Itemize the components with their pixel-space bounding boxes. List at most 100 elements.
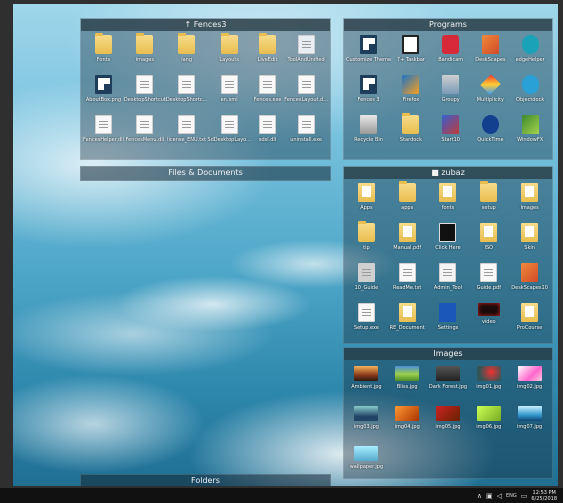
volume-icon[interactable]: ◁ [497, 492, 502, 500]
network-icon[interactable]: ▣ [486, 492, 493, 500]
desktop-item[interactable]: DeskScapes10 [509, 263, 550, 303]
desktop-item-label: Firefox [402, 97, 420, 103]
desktop-item[interactable]: FencesHelper.dll [83, 115, 124, 155]
message-icon[interactable]: ▭ [521, 492, 528, 500]
desktop-item[interactable]: en.xml [207, 75, 251, 115]
desktop-item[interactable]: Click Here [428, 223, 469, 263]
desktop-item[interactable]: Apps [346, 183, 387, 223]
desktop-item[interactable]: Settings [428, 303, 469, 343]
desktop-item[interactable]: ProCourse [509, 303, 550, 343]
desktop-item[interactable]: Groupy [431, 75, 471, 115]
fence-grid: Ambient.jpg Bliss.jpg Dark Forest.jpg img01… [344, 360, 552, 486]
desktop-item[interactable]: setup [468, 181, 509, 223]
desktop-item[interactable]: lang [166, 33, 208, 75]
fence-title: Folders [191, 476, 220, 485]
desktop-item[interactable]: Fences 3 [346, 75, 391, 115]
folder-icon [402, 113, 420, 134]
desktop-item[interactable]: apps [387, 181, 428, 223]
desktop-item[interactable]: ISO [468, 223, 509, 263]
desktop-item[interactable]: Setup.exe [346, 303, 387, 343]
document-icon [398, 263, 416, 282]
desktop-item[interactable]: Layouts [207, 33, 251, 75]
fence-title: Files & Documents [168, 168, 243, 177]
desktop-item[interactable]: img06.jpg [468, 406, 509, 446]
desktop-item[interactable]: Ambient.jpg [346, 366, 387, 406]
desktop-item[interactable]: Images [509, 183, 550, 223]
desktop-item[interactable]: Firefox [391, 75, 431, 115]
desktop-item[interactable]: RE_Document [387, 303, 428, 343]
desktop-item[interactable]: wallpaper.jpg [346, 446, 387, 486]
desktop-item[interactable]: img05.jpg [428, 406, 469, 446]
desktop-item[interactable]: Bliss.jpg [387, 366, 428, 406]
fence-title-bar[interactable]: ■ zubaz [344, 167, 552, 179]
desktop-item[interactable]: LiveEdit [251, 33, 284, 75]
desktop-item[interactable]: WindowFX [510, 115, 550, 155]
chevron-up-icon[interactable]: ∧ [477, 492, 482, 500]
desktop-item[interactable]: Manual.pdf [387, 223, 428, 263]
fence-zubaz[interactable]: ■ zubaz Apps apps fonts setup Images tip Manua… [343, 166, 553, 344]
desktop-item[interactable]: ToolAndUnified [284, 35, 328, 75]
desktop-item[interactable]: license_ENU.txt [166, 115, 208, 155]
app-icon [442, 35, 460, 54]
desktop-item[interactable]: sdsl.dll [251, 115, 284, 155]
fence-images[interactable]: Images Ambient.jpg Bliss.jpg Dark Forest.j… [343, 347, 553, 479]
desktop-item[interactable]: img01.jpg [468, 366, 509, 406]
desktop-item[interactable]: Objectdock [510, 75, 550, 115]
desktop-item[interactable]: DeskScapes [471, 35, 511, 75]
desktop-item[interactable]: Fonts [83, 33, 124, 75]
desktop-item[interactable]: uninstall.exe [284, 115, 328, 155]
app-icon [481, 35, 499, 54]
desktop-item[interactable]: QuickTime [471, 115, 511, 155]
desktop-item[interactable]: img04.jpg [387, 406, 428, 446]
desktop-item-label: Click Here [435, 245, 461, 251]
desktop-item[interactable]: Skin [509, 223, 550, 263]
fence-title-bar[interactable]: ↑ Fences3 [81, 19, 330, 31]
desktop-item[interactable]: Bandicam [431, 35, 471, 75]
fence-grid: Apps apps fonts setup Images tip Manual.pdf Cli… [344, 179, 552, 343]
fence-files-documents[interactable]: Files & Documents [80, 166, 331, 181]
desktop-item[interactable]: img02.jpg [509, 366, 550, 406]
desktop-item[interactable]: 10_Guide [346, 263, 387, 303]
desktop-item[interactable]: DesktopShortc... [166, 75, 207, 115]
folder-icon [521, 303, 539, 322]
fence-title-bar[interactable]: Images [344, 348, 552, 360]
fence-fences3[interactable]: ↑ Fences3 Fonts images lang Layouts LiveEdit… [80, 18, 331, 160]
desktop-item[interactable]: ReadMe.txt [387, 263, 428, 303]
desktop-item[interactable]: images [124, 33, 166, 75]
image-thumbnail-icon [517, 406, 542, 421]
desktop-item[interactable]: Admin_Tool [428, 263, 469, 303]
app-icon [521, 35, 539, 54]
folder-icon [398, 303, 416, 322]
desktop-item[interactable]: Multiplicity [471, 74, 511, 115]
desktop-item[interactable]: edgeHelper [510, 35, 550, 75]
fence-title-bar[interactable]: Programs [344, 19, 552, 31]
desktop-item[interactable]: AboutBox.png [83, 75, 124, 115]
desktop-item[interactable]: SdDesktopLayo... [207, 115, 251, 155]
fence-title-bar[interactable]: Folders [81, 475, 330, 486]
desktop-item[interactable]: Dark Forest.jpg [428, 366, 469, 406]
language-indicator[interactable]: ENG [506, 493, 517, 499]
desktop-item[interactable]: Start10 [431, 115, 471, 155]
image-thumbnail-icon [354, 366, 379, 381]
folder-icon [480, 181, 498, 202]
desktop-item[interactable]: Recycle Bin [346, 115, 391, 155]
desktop-item[interactable]: video [468, 303, 509, 343]
desktop-item[interactable]: FencesLayout.d... [284, 75, 328, 115]
desktop-item[interactable]: Stardock [391, 113, 431, 155]
desktop-item[interactable]: tip [346, 221, 387, 263]
clock[interactable]: 12:53 PM 6/25/2018 [531, 490, 557, 502]
desktop-item[interactable]: FencesMenu.dll [124, 115, 166, 155]
fence-folders[interactable]: Folders [80, 474, 331, 486]
desktop-item[interactable]: 7+ Taskbar [391, 35, 431, 75]
folder-icon [398, 181, 416, 202]
desktop-item[interactable]: Fences.exe [251, 75, 284, 115]
fence-title-bar[interactable]: Files & Documents [81, 167, 330, 179]
desktop-item[interactable]: fonts [428, 183, 469, 223]
document-icon [259, 115, 277, 134]
fence-programs[interactable]: Programs Customize Theme 7+ Taskbar Bandic… [343, 18, 553, 160]
desktop-item[interactable]: Customize Theme [346, 35, 391, 75]
desktop-item[interactable]: img03.jpg [346, 406, 387, 446]
desktop-item[interactable]: img07.jpg [509, 406, 550, 446]
desktop-item[interactable]: DesktopShortcut [124, 75, 166, 115]
desktop-item[interactable]: Guide.pdf [468, 263, 509, 303]
